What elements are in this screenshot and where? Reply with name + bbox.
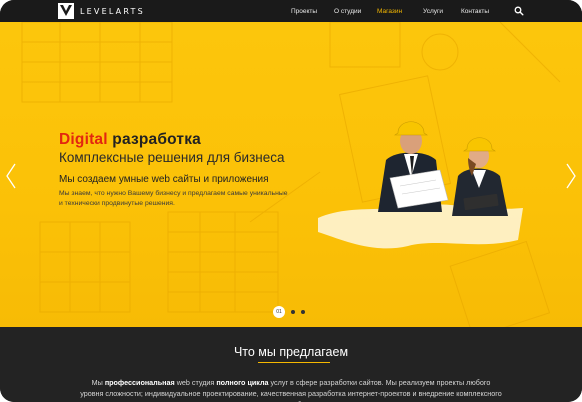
slider-dot[interactable] <box>291 310 295 314</box>
search-icon[interactable] <box>514 6 524 16</box>
slider-next-icon[interactable] <box>564 162 578 190</box>
nav-item-studio[interactable]: О студии <box>334 8 361 15</box>
offer-title-underline <box>258 362 330 363</box>
logo-mark-icon <box>58 3 74 19</box>
top-navigation-bar: LEVELARTS Проекты О студии Магазин Услуг… <box>0 0 582 22</box>
offer-section: Что мы предлагаем Мы профессиональная we… <box>0 327 582 402</box>
nav-item-contacts[interactable]: Контакты <box>461 8 489 15</box>
offer-text-part: Мы <box>91 378 105 387</box>
slider-prev-icon[interactable] <box>4 162 18 190</box>
offer-description: Мы профессиональная web студия полного ц… <box>80 377 502 402</box>
offer-text-bold: профессиональная <box>104 378 175 387</box>
hero-subline: Комплексные решения для бизнеса <box>59 150 285 165</box>
offer-text-bold: полного цикла <box>216 378 269 387</box>
hero-description: Мы знаем, что нужно Вашему бизнесу и пре… <box>59 190 288 207</box>
brand-name: LEVELARTS <box>80 6 145 16</box>
engineers-illustration <box>318 121 523 249</box>
hero-tagline: Мы создаем умные web сайты и приложения <box>59 174 269 185</box>
slider-dot[interactable] <box>301 310 305 314</box>
brand-logo[interactable]: LEVELARTS <box>58 3 145 19</box>
slider-dot-active[interactable]: 01 <box>273 306 285 318</box>
slider-pagination: 01 <box>273 306 305 318</box>
offer-title: Что мы предлагаем <box>233 345 349 359</box>
nav-item-shop[interactable]: Магазин <box>377 8 402 15</box>
hero-headline-accent: Digital <box>59 131 108 148</box>
hero-slider: Digital разработка Комплексные решения д… <box>0 22 582 327</box>
nav-item-projects[interactable]: Проекты <box>291 8 317 15</box>
page-frame: LEVELARTS Проекты О студии Магазин Услуг… <box>0 0 582 402</box>
nav-item-services[interactable]: Услуги <box>423 8 443 15</box>
offer-text-part: web студия <box>174 378 217 387</box>
hero-headline-rest: разработка <box>107 131 201 148</box>
hero-headline: Digital разработка <box>59 131 201 149</box>
